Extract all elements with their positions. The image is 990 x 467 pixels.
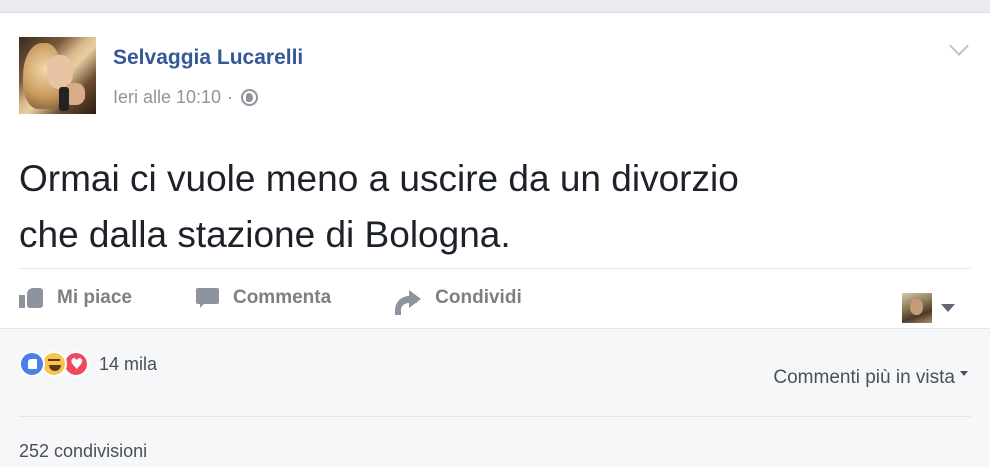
reaction-count[interactable]: 14 mila — [99, 354, 157, 375]
comment-button[interactable]: Commenta — [195, 287, 332, 309]
chevron-down-icon[interactable] — [949, 36, 969, 56]
divider — [19, 268, 971, 269]
like-reaction-icon — [19, 351, 45, 377]
comment-sort-dropdown[interactable]: Commenti più in vista — [773, 367, 968, 389]
divider — [19, 416, 971, 417]
caret-down-icon[interactable] — [941, 304, 955, 312]
like-label: Mi piace — [57, 287, 132, 308]
reactions-summary[interactable]: 14 mila — [19, 351, 157, 377]
action-bar: Mi piace Commenta Condividi — [19, 281, 586, 315]
share-button[interactable]: Condividi — [395, 287, 522, 315]
post-card: Selvaggia Lucarelli Ieri alle 10:10 · Or… — [0, 12, 990, 467]
comment-label: Commenta — [232, 287, 332, 308]
post-meta: Ieri alle 10:10 · — [113, 87, 259, 108]
comment-icon — [195, 288, 219, 308]
share-icon — [395, 288, 422, 315]
globe-icon[interactable] — [241, 89, 259, 106]
meta-separator: · — [227, 87, 234, 107]
sort-caret-icon — [960, 370, 968, 376]
author-avatar[interactable] — [19, 37, 96, 114]
comment-as-selector[interactable] — [902, 293, 955, 323]
user-avatar — [902, 293, 932, 323]
sort-label: Commenti più in vista — [773, 367, 955, 388]
post-text: Ormai ci vuole meno a uscire da un divor… — [19, 158, 739, 255]
post-footer: 14 mila Commenti più in vista 252 condiv… — [0, 328, 990, 467]
shares-count[interactable]: 252 condivisioni — [19, 441, 147, 462]
share-label: Condividi — [435, 287, 522, 308]
author-name[interactable]: Selvaggia Lucarelli — [113, 46, 303, 70]
post-timestamp[interactable]: Ieri alle 10:10 — [113, 87, 221, 108]
thumbs-up-icon — [19, 288, 43, 308]
like-button[interactable]: Mi piace — [19, 287, 132, 309]
